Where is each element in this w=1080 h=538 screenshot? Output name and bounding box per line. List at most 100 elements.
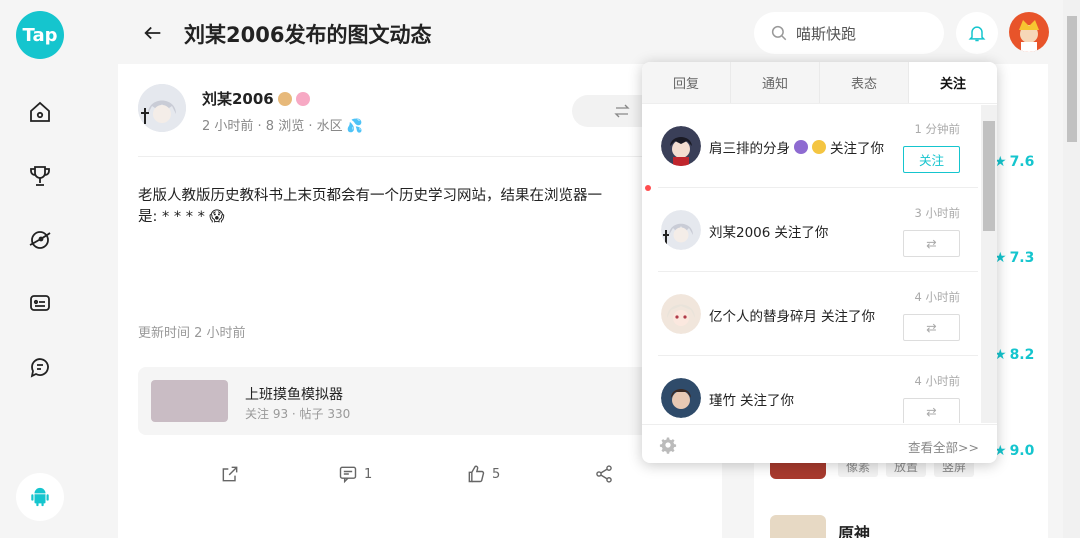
post-card: 刘某2006 2 小时前 · 8 浏览 · 水区 💦 老版人教版历史教科书上末页… <box>118 64 722 538</box>
rating-value: 8.2 <box>1009 347 1035 363</box>
author-name[interactable]: 刘某2006 <box>202 88 310 109</box>
chat-icon[interactable] <box>26 353 54 381</box>
author-avatar[interactable] <box>138 84 186 132</box>
notification-action: 关注了你 <box>821 309 875 325</box>
group-name: 上班摸鱼模拟器 <box>245 387 343 403</box>
level-badge-icon <box>277 91 292 106</box>
notification-action: 关注了你 <box>830 141 884 157</box>
updated-time: 更新时间 2 小时前 <box>138 326 246 341</box>
share-nodes-icon <box>596 465 612 483</box>
popup-footer: 查看全部>> <box>642 424 997 463</box>
notification-time: 3 小时前 <box>914 206 960 220</box>
trophy-icon[interactable] <box>26 162 54 190</box>
share-button[interactable] <box>220 464 240 484</box>
avatar[interactable] <box>661 378 701 418</box>
notification-user[interactable]: 亿个人的替身碎月 <box>709 305 817 325</box>
game-rating: ★ 7.3 <box>994 250 1034 266</box>
mutual-follow-button[interactable]: ⇄ <box>903 314 960 341</box>
search-placeholder: 喵斯快跑 <box>796 24 857 43</box>
scrollbar-thumb[interactable] <box>983 121 995 231</box>
page-scrollbar[interactable] <box>1063 0 1080 538</box>
notification-message: 肩三排的分身 关注了你 <box>709 137 884 157</box>
tab-follow[interactable]: 关注 <box>909 62 997 103</box>
notification-user[interactable]: 瑾竹 <box>709 389 736 409</box>
gender-badge-icon <box>295 91 310 106</box>
game-title[interactable]: 原神 <box>838 520 870 538</box>
list-item[interactable]: 肩三排的分身 关注了你 1 分钟前 关注 <box>658 105 978 188</box>
mutual-follow-button[interactable]: ⇄ <box>903 398 960 423</box>
follow-back-button[interactable]: 关注 <box>903 146 960 173</box>
home-icon[interactable] <box>26 98 54 126</box>
post-meta-text: 2 小时前 · 8 浏览 · 水区 <box>202 119 343 134</box>
avatar[interactable] <box>661 210 701 250</box>
avatar[interactable] <box>661 294 701 334</box>
tap-logo[interactable]: Tap <box>16 11 64 59</box>
settings-button[interactable] <box>659 436 677 454</box>
sidebar: Tap <box>0 0 80 538</box>
share-network-button[interactable] <box>594 464 614 484</box>
discover-planet-icon[interactable] <box>26 226 54 254</box>
purple-emoji-icon <box>794 140 808 154</box>
post-actions: 1 5 <box>118 464 722 494</box>
mutual-follow-button[interactable]: ⇄ <box>903 230 960 257</box>
list-item[interactable]: 刘某2006 关注了你 3 小时前 ⇄ <box>658 189 978 272</box>
notification-scrollbar[interactable] <box>981 105 997 423</box>
game-rating: ★ 7.6 <box>994 154 1034 170</box>
android-download-button[interactable] <box>16 473 64 521</box>
like-button[interactable]: 5 <box>466 464 500 484</box>
notification-popup: 回复 通知 表态 关注 肩三排的分身 关注了你 1 分钟前 关注 刘某2006 … <box>642 62 997 463</box>
notification-user[interactable]: 刘某2006 <box>709 221 770 241</box>
tab-reply[interactable]: 回复 <box>642 62 731 103</box>
notifications-button[interactable] <box>956 12 998 54</box>
rating-value: 9.0 <box>1009 443 1035 459</box>
gear-icon <box>659 437 677 454</box>
notification-tabs: 回复 通知 表态 关注 <box>642 62 997 104</box>
notification-time: 1 分钟前 <box>914 122 960 136</box>
comment-icon <box>339 466 357 484</box>
scrollbar-thumb[interactable] <box>1067 16 1077 142</box>
like-count: 5 <box>492 466 501 482</box>
post-body-line-2: 是: * * * * 😱 <box>138 209 225 225</box>
search-input[interactable]: 喵斯快跑 <box>754 12 944 54</box>
author-name-text: 刘某2006 <box>202 90 274 108</box>
list-item[interactable]: 瑾竹 关注了你 4 小时前 ⇄ <box>658 357 978 423</box>
back-button[interactable] <box>140 20 166 46</box>
rating-value: 7.6 <box>1009 154 1035 170</box>
group-card[interactable]: 上班摸鱼模拟器 关注 93 · 帖子 330 <box>138 367 698 435</box>
post-body: 老版人教版历史教科书上末页都会有一个历史学习网站，结果在浏览器一 是: * * … <box>138 186 638 228</box>
game-thumbnail[interactable] <box>770 515 826 538</box>
comment-count: 1 <box>364 466 373 482</box>
notification-message: 瑾竹 关注了你 <box>709 389 794 409</box>
search-icon <box>771 25 787 41</box>
group-stats: 关注 93 · 帖子 330 <box>245 407 351 421</box>
avatar[interactable] <box>661 126 701 166</box>
bell-icon <box>968 26 986 42</box>
tab-reaction[interactable]: 表态 <box>820 62 909 103</box>
page-title: 刘某2006发布的图文动态 <box>184 23 432 47</box>
notification-time: 4 小时前 <box>914 290 960 304</box>
group-thumbnail <box>151 380 228 422</box>
game-rating: ★ 9.0 <box>994 443 1034 459</box>
list-item[interactable]: 亿个人的替身碎月 关注了你 4 小时前 ⇄ <box>658 273 978 356</box>
tab-notice[interactable]: 通知 <box>731 62 820 103</box>
notification-message: 刘某2006 关注了你 <box>709 221 828 241</box>
notification-user[interactable]: 肩三排的分身 <box>709 137 790 157</box>
post-body-line-1: 老版人教版历史教科书上末页都会有一个历史学习网站，结果在浏览器一 <box>138 188 602 204</box>
thumbs-up-icon <box>468 465 485 483</box>
external-share-icon <box>222 466 238 482</box>
unread-dot <box>645 185 651 191</box>
notification-time: 4 小时前 <box>914 374 960 388</box>
notification-message: 亿个人的替身碎月 关注了你 <box>709 305 875 325</box>
game-rating: ★ 8.2 <box>994 347 1034 363</box>
android-icon <box>31 487 49 507</box>
water-drop-icon: 💦 <box>346 119 363 134</box>
view-all-link[interactable]: 查看全部>> <box>908 437 979 456</box>
rating-value: 7.3 <box>1009 250 1035 266</box>
smile-emoji-icon <box>812 140 826 154</box>
comment-button[interactable]: 1 <box>338 464 372 484</box>
user-avatar[interactable] <box>1009 12 1049 52</box>
notification-action: 关注了你 <box>774 225 829 241</box>
community-icon[interactable] <box>26 290 54 318</box>
divider <box>138 156 702 157</box>
arrow-left-icon <box>144 26 161 40</box>
